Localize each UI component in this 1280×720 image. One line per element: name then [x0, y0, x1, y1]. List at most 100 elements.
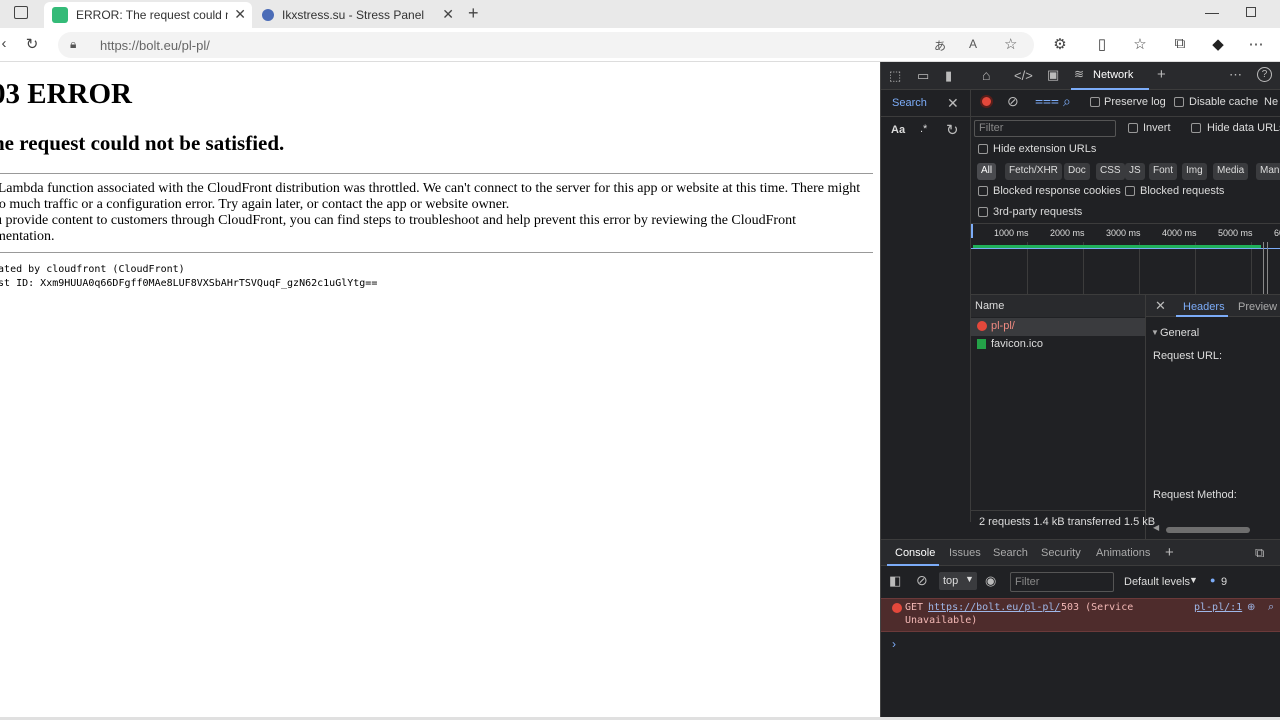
clear-icon[interactable]: ⊘: [1007, 93, 1019, 110]
invert-checkbox[interactable]: [1128, 123, 1138, 133]
filter-chip-doc[interactable]: Doc: [1064, 163, 1090, 180]
add-drawer-tab-icon[interactable]: +: [1165, 544, 1174, 561]
image-file-icon: [977, 339, 986, 349]
live-expression-icon[interactable]: ◉: [985, 573, 996, 589]
tab-stress-panel[interactable]: Ikxstress.su - Stress Panel ✕: [254, 2, 460, 28]
blocked-cookies-label: Blocked response cookies: [993, 185, 1121, 197]
translate-icon[interactable]: あ: [934, 37, 946, 54]
blocked-cookies-checkbox[interactable]: [978, 186, 988, 196]
dock-drawer-icon[interactable]: ⧉: [1255, 545, 1264, 561]
collections-icon[interactable]: ⧉: [1170, 35, 1190, 52]
record-icon[interactable]: [980, 95, 993, 108]
grid-line: [1251, 242, 1252, 294]
filter-chip-css[interactable]: CSS: [1096, 163, 1125, 180]
throttling-select[interactable]: Ne: [1264, 96, 1278, 108]
home-icon[interactable]: ⌂: [982, 67, 990, 83]
horizontal-scrollbar[interactable]: [1166, 527, 1250, 533]
minimize-icon[interactable]: —: [1205, 4, 1219, 20]
error-url-link[interactable]: https://bolt.eu/pl-pl/: [928, 602, 1060, 613]
network-filter-input[interactable]: Filter: [974, 120, 1116, 137]
url-field[interactable]: 🔒︎ https://bolt.eu/pl-pl/ あ A ☆: [58, 32, 1034, 58]
error-method: GET: [905, 602, 924, 613]
filter-chip-media[interactable]: Media: [1213, 163, 1249, 180]
search-icon[interactable]: ⌕: [1063, 93, 1071, 110]
drawer-tab-animations[interactable]: Animations: [1096, 547, 1150, 559]
favorite-star-icon[interactable]: ☆: [1004, 35, 1017, 53]
tab-error[interactable]: ERROR: The request could not be satisfie…: [44, 2, 252, 28]
drawer-tab-issues[interactable]: Issues: [949, 547, 981, 559]
inspect-icon[interactable]: ⬚: [889, 68, 901, 84]
request-row[interactable]: favicon.ico: [971, 336, 1145, 354]
tab-preview[interactable]: Preview: [1238, 301, 1277, 313]
expand-triangle-icon[interactable]: ▼: [1151, 328, 1159, 337]
close-tab-icon[interactable]: ✕: [442, 6, 454, 23]
request-list-header: Name: [971, 295, 1145, 317]
dock-icon[interactable]: ▮: [945, 68, 952, 84]
filter-chip-fetch[interactable]: Fetch/XHR: [1005, 163, 1062, 180]
request-row[interactable]: pl-pl/: [971, 318, 1145, 336]
divider: [0, 252, 873, 253]
network-link-icon[interactable]: ⊕: [1247, 602, 1255, 613]
clear-console-icon[interactable]: ⊘: [916, 572, 928, 589]
vpn-icon[interactable]: ◆: [1208, 35, 1228, 53]
preserve-log-checkbox[interactable]: [1090, 97, 1100, 107]
request-name: pl-pl/: [991, 320, 1015, 332]
third-party-checkbox[interactable]: [978, 207, 988, 217]
maximize-icon[interactable]: [1246, 7, 1256, 17]
error-source-link[interactable]: pl-pl/:1: [1194, 602, 1242, 613]
refresh-search-icon[interactable]: ↻: [946, 121, 959, 139]
blocked-requests-checkbox[interactable]: [1125, 186, 1135, 196]
regex-toggle[interactable]: .*: [920, 123, 927, 135]
new-tab-icon[interactable]: +: [468, 3, 479, 24]
disable-cache-checkbox[interactable]: [1174, 97, 1184, 107]
elements-icon[interactable]: </>: [1014, 68, 1033, 83]
filter-chip-img[interactable]: Img: [1182, 163, 1207, 180]
timeline-overview[interactable]: 1000 ms 2000 ms 3000 ms 4000 ms 5000 ms …: [971, 224, 1280, 294]
drawer-tab-console[interactable]: Console: [895, 547, 935, 559]
close-search-icon[interactable]: ✕: [947, 95, 959, 112]
hide-data-urls-checkbox[interactable]: [1191, 123, 1201, 133]
details-tabbar: ✕ Headers Preview: [1146, 295, 1280, 317]
sidebar-toggle-icon[interactable]: ◧: [889, 573, 901, 589]
general-section[interactable]: General: [1160, 327, 1199, 339]
console-filter-input[interactable]: Filter: [1010, 572, 1114, 592]
device-icon[interactable]: ▭: [917, 68, 929, 84]
search-tab[interactable]: Search: [892, 97, 927, 109]
read-aloud-icon[interactable]: A: [969, 37, 977, 51]
menu-icon[interactable]: ⋯: [1246, 35, 1266, 53]
context-select[interactable]: top ▼: [939, 572, 977, 590]
filter-chip-all[interactable]: All: [977, 163, 997, 180]
filter-chip-font[interactable]: Font: [1149, 163, 1178, 180]
close-details-icon[interactable]: ✕: [1155, 298, 1166, 314]
match-case-toggle[interactable]: Aa: [891, 124, 905, 136]
favorites-icon[interactable]: ☆: [1130, 35, 1150, 53]
error-text-line: ou provide content to customers through …: [0, 213, 796, 228]
tab-network[interactable]: Network: [1093, 69, 1133, 81]
add-panel-icon[interactable]: +: [1157, 66, 1166, 83]
network-summary: 2 requests 1.4 kB transferred 1.5 kB: [979, 516, 1156, 528]
filter-chip-manifest[interactable]: Mani: [1256, 163, 1280, 180]
address-bar-row: ‹ ↻ 🔒︎ https://bolt.eu/pl-pl/ あ A ☆ ⚙ ▯ …: [0, 28, 1280, 62]
tab-headers[interactable]: Headers: [1183, 301, 1225, 313]
tab-title: Ikxstress.su - Stress Panel: [282, 8, 425, 22]
extensions-icon[interactable]: ⚙: [1050, 35, 1070, 53]
filter-chip-js[interactable]: JS: [1125, 163, 1145, 180]
split-screen-icon[interactable]: ▯: [1092, 35, 1112, 53]
filter-placeholder: Filter: [979, 122, 1004, 134]
close-tab-icon[interactable]: ✕: [234, 6, 246, 23]
drawer-tab-security[interactable]: Security: [1041, 547, 1081, 559]
filter-icon[interactable]: ⩶: [1035, 92, 1059, 109]
back-icon[interactable]: ‹: [0, 35, 14, 52]
log-levels-select[interactable]: Default levels: [1124, 576, 1190, 588]
console-icon[interactable]: ▣: [1047, 67, 1059, 83]
more-icon[interactable]: ⋯: [1229, 67, 1242, 83]
message-count[interactable]: 9: [1221, 576, 1227, 588]
tab-actions-icon[interactable]: [14, 6, 28, 19]
help-icon[interactable]: ?: [1257, 67, 1272, 82]
console-prompt-icon[interactable]: ›: [892, 637, 896, 651]
hide-extension-urls-checkbox[interactable]: [978, 144, 988, 154]
drawer-tab-search[interactable]: Search: [993, 547, 1028, 559]
refresh-icon[interactable]: ↻: [22, 35, 42, 53]
search-icon[interactable]: ⌕: [1268, 601, 1274, 614]
name-column-header[interactable]: Name: [975, 300, 1004, 312]
